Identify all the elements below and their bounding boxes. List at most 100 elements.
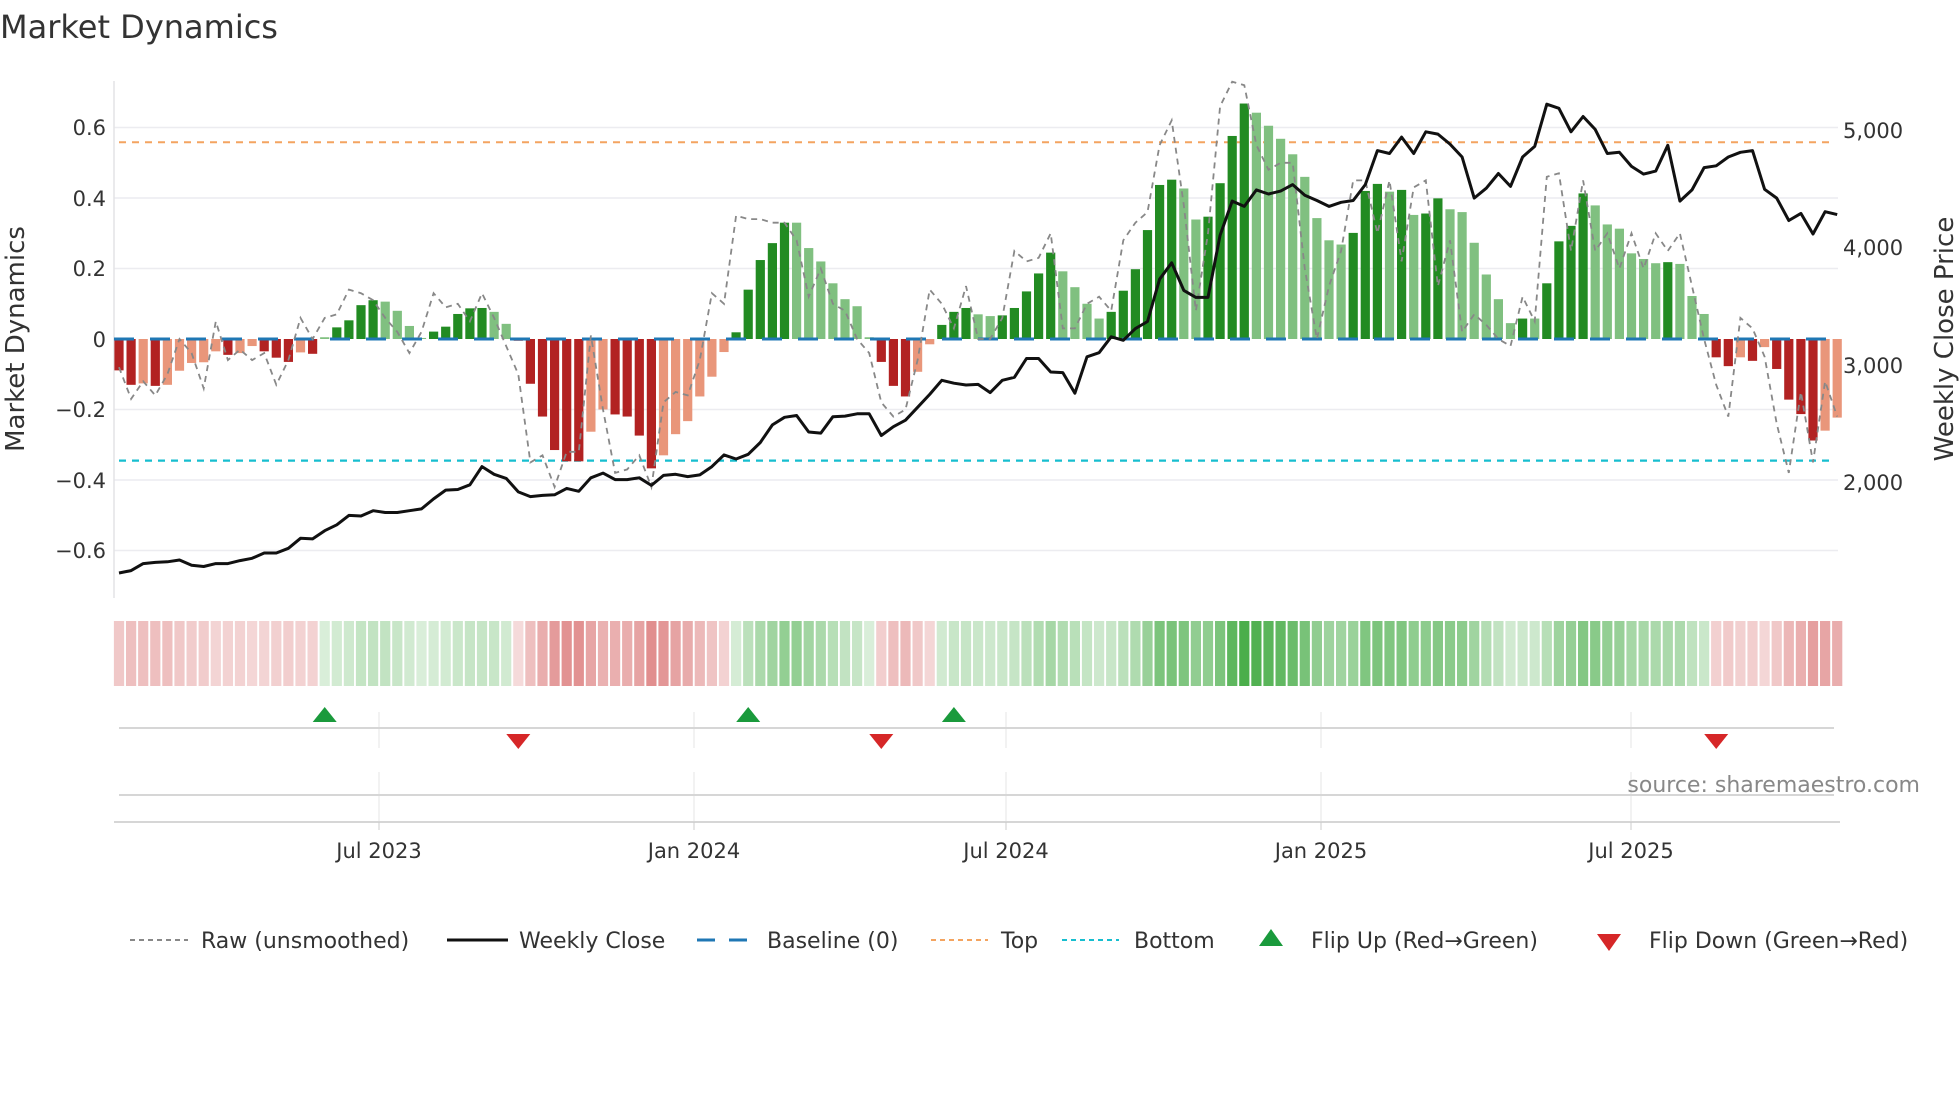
heat-cell: [247, 621, 258, 686]
bar: [1796, 339, 1806, 415]
source-label: source: sharemaestro.com: [1627, 773, 1920, 798]
bar: [683, 339, 693, 422]
heat-cell: [682, 621, 693, 686]
legend-item-close[interactable]: Weekly Close: [447, 929, 665, 954]
heat-cell: [573, 621, 584, 686]
bar: [634, 339, 644, 436]
heat-cell: [440, 621, 451, 686]
legend-item-flip-down[interactable]: Flip Down (Green→Red): [1597, 929, 1908, 954]
bar: [743, 289, 753, 339]
bar: [1397, 189, 1407, 339]
heat-cell: [755, 621, 766, 686]
bar: [1372, 183, 1382, 339]
legend-item-raw[interactable]: Raw (unsmoothed): [130, 929, 409, 954]
bar: [1723, 339, 1733, 367]
bar: [1566, 225, 1576, 339]
heat-cell: [1227, 621, 1238, 686]
bar: [126, 339, 136, 385]
bar: [477, 307, 487, 339]
heat-cell: [1069, 621, 1080, 686]
bar: [1094, 318, 1104, 339]
heat-cell: [973, 621, 984, 686]
heat-cell: [1384, 621, 1395, 686]
bar: [1300, 176, 1310, 339]
legend-label: Flip Up (Red→Green): [1311, 929, 1538, 954]
bar: [1046, 252, 1056, 339]
bar: [1457, 212, 1467, 339]
heat-cell: [113, 621, 125, 686]
legend-item-bottom[interactable]: Bottom: [1062, 929, 1215, 954]
heat-cell: [126, 621, 137, 686]
heat-cell: [610, 621, 621, 686]
heat-cell: [1021, 621, 1032, 686]
bar: [453, 313, 463, 339]
bar: [138, 339, 148, 384]
heat-cell: [1287, 621, 1298, 686]
heat-cell: [1130, 621, 1141, 686]
heat-cell: [1094, 621, 1105, 686]
heat-cell: [791, 621, 802, 686]
bar: [525, 339, 535, 384]
heat-cell: [1190, 621, 1201, 686]
heat-cell: [1239, 621, 1250, 686]
heat-cell: [271, 621, 282, 686]
flip-panel: [114, 712, 1840, 823]
y-axis-title: Market Dynamics: [1, 226, 31, 452]
x-tick-label: Jul 2025: [1586, 839, 1673, 863]
bar: [380, 301, 390, 339]
y2-tick-label: 4,000: [1843, 236, 1903, 260]
heat-cell: [1783, 621, 1794, 686]
heat-cell: [1565, 621, 1577, 686]
heat-cell: [1215, 621, 1226, 686]
heat-cell: [452, 621, 463, 686]
heat-cell: [1626, 621, 1637, 686]
heat-cell: [1553, 621, 1564, 686]
heat-cell: [1178, 621, 1189, 686]
heat-cell: [1650, 621, 1661, 686]
heat-cell: [1505, 621, 1516, 686]
y2-tick-label: 3,000: [1843, 354, 1903, 378]
y-axis-right: 5,000 4,000 3,000 2,000: [1843, 119, 1903, 495]
heat-cell: [1420, 621, 1431, 686]
bar: [1808, 339, 1818, 441]
bar: [1227, 135, 1237, 339]
legend-item-top[interactable]: Top: [931, 929, 1038, 954]
bar: [441, 326, 451, 339]
heat-cell: [416, 621, 427, 686]
heat-cell: [368, 621, 379, 686]
heat-cell: [803, 621, 814, 686]
y-tick-label: −0.6: [55, 539, 106, 563]
bar: [1772, 339, 1782, 369]
bar: [1639, 258, 1649, 339]
heat-cell: [985, 621, 996, 686]
heat-cell: [1154, 621, 1165, 686]
bar: [1384, 191, 1395, 339]
legend-item-flip-up[interactable]: Flip Up (Red→Green): [1259, 929, 1538, 954]
bar: [1518, 318, 1528, 339]
heat-cell: [779, 621, 790, 686]
heat-cell: [815, 621, 826, 686]
bar: [392, 310, 402, 339]
bar: [804, 248, 814, 339]
bar: [429, 331, 439, 339]
y-tick-label: 0.4: [73, 187, 106, 211]
heat-cell: [1081, 621, 1093, 686]
bar: [259, 339, 269, 352]
x-axis: Jul 2023 Jan 2024 Jul 2024 Jan 2025 Jul …: [334, 822, 1674, 863]
bar: [707, 339, 717, 377]
heat-cell: [259, 621, 270, 686]
heat-cell: [1541, 621, 1552, 686]
bar: [1590, 205, 1600, 339]
bar: [187, 339, 197, 363]
legend-item-baseline[interactable]: Baseline (0): [697, 929, 898, 954]
heat-cell: [585, 621, 596, 686]
bar: [1445, 209, 1455, 339]
y2-tick-label: 2,000: [1843, 471, 1903, 495]
bar: [671, 339, 681, 435]
bar: [1554, 241, 1564, 339]
bar: [1626, 253, 1637, 339]
bar: [271, 339, 281, 358]
heat-cell: [1323, 621, 1335, 686]
heat-cell: [767, 621, 778, 686]
heat-cell: [234, 621, 246, 686]
